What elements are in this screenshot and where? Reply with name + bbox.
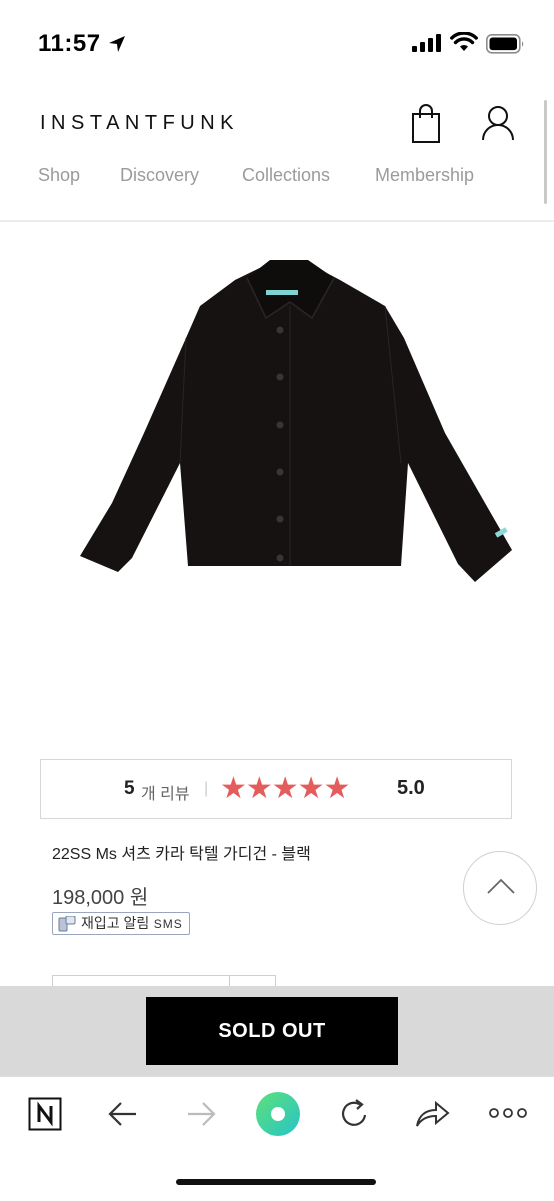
more-icon[interactable] [489,1107,527,1119]
nav-membership[interactable]: Membership [375,165,474,186]
rating-score: 5.0 [397,777,425,799]
product-title: 22SS Ms 셔츠 카라 탁텔 가디건 - 블랙 [52,846,311,863]
back-arrow-icon[interactable] [108,1101,138,1127]
review-separator: | [204,780,209,797]
green-dot-icon[interactable] [255,1091,301,1137]
sold-out-button[interactable]: SOLD OUT [146,997,398,1065]
product-image[interactable] [40,258,515,588]
naver-icon[interactable] [28,1097,62,1131]
nav-shop[interactable]: Shop [38,165,80,186]
reload-icon[interactable] [339,1098,371,1130]
review-summary[interactable]: 5 개 리뷰 | ★★★★★ 5.0 [40,759,512,819]
nav-discovery[interactable]: Discovery [120,165,199,186]
scrollbar[interactable] [544,100,547,204]
phone-notification-icon [58,916,76,932]
restock-sms: SMS [153,917,183,931]
shopping-bag-icon[interactable] [410,104,442,144]
signal-icon [412,34,441,52]
location-arrow-icon [109,36,125,52]
scroll-to-top-button[interactable] [463,851,537,925]
status-bar: 11:57 [0,0,554,86]
header-divider [0,220,554,222]
rating-stars: ★★★★★ [220,772,350,805]
product-price: 198,000 원 [52,887,149,909]
review-label: 개 리뷰 [141,786,190,803]
wifi-icon [450,32,478,51]
share-icon[interactable] [414,1099,450,1129]
review-count: 5 [124,778,135,799]
main-nav: Shop Discovery Collections Membership [38,165,508,189]
chevron-up-icon [487,878,515,894]
nav-collections[interactable]: Collections [242,165,330,186]
restock-alert-button[interactable]: 재입고 알림 SMS [52,912,190,935]
account-icon[interactable] [480,104,516,144]
forward-arrow-icon[interactable] [186,1101,216,1127]
home-indicator [176,1179,376,1185]
status-time: 11:57 [38,30,101,57]
restock-label: 재입고 알림 [81,915,150,931]
brand-logo[interactable]: INSTANTFUNK [40,112,239,135]
battery-icon [486,34,524,54]
